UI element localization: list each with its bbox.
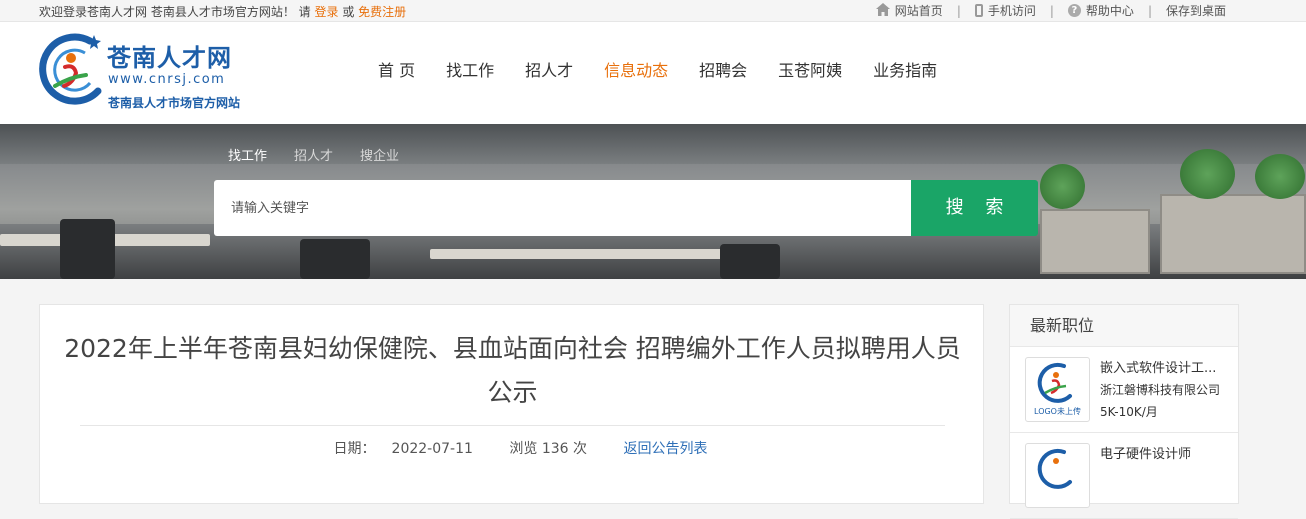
main-nav: 首 页 找工作 招人才 信息动态 招聘会 玉苍阿姨 业务指南 [378, 57, 968, 81]
article-panel: 2022年上半年苍南县妇幼保健院、县血站面向社会 招聘编外工作人员拟聘用人员公示… [39, 304, 984, 504]
site-home-label: 网站首页 [894, 4, 943, 18]
search-button[interactable]: 搜 索 [911, 180, 1038, 236]
banner-chair [60, 219, 115, 279]
search-tabs: 找工作 招人才 搜企业 [228, 145, 399, 164]
logo-name: 苍南人才网 [107, 44, 232, 72]
logo-url: www.cnrsj.com [108, 72, 226, 87]
nav-job-fair[interactable]: 招聘会 [699, 57, 747, 81]
banner-plant [1180, 149, 1235, 199]
nav-news[interactable]: 信息动态 [604, 57, 668, 81]
save-desktop-label: 保存到桌面 [1165, 4, 1226, 18]
divider [80, 425, 945, 426]
nav-recruit[interactable]: 招人才 [525, 57, 573, 81]
job-company[interactable]: 浙江磐博科技有限公司 [1100, 381, 1228, 398]
nav-home[interactable]: 首 页 [378, 57, 415, 81]
logo-mark-icon [39, 33, 102, 105]
latest-jobs-panel: 最新职位 LOGO未上传 嵌入式软件设计工... 浙江磐博科技有限公司 5K-1… [1009, 304, 1239, 519]
company-logo [1025, 443, 1090, 508]
header: 苍南人才网 www.cnrsj.com 苍南县人才市场官方网站 首 页 找工作 … [0, 22, 1306, 124]
banner-shelf [1040, 209, 1150, 274]
save-desktop-link[interactable]: 保存到桌面 [1152, 2, 1240, 19]
mobile-access-link[interactable]: 手机访问 [961, 2, 1050, 19]
help-center-link[interactable]: ? 帮助中心 [1054, 2, 1148, 19]
date-label: 日期： [333, 441, 376, 457]
company-logo: LOGO未上传 [1025, 357, 1090, 422]
job-item[interactable]: LOGO未上传 嵌入式软件设计工... 浙江磐博科技有限公司 5K-10K/月 [1010, 347, 1238, 433]
article-views: 浏览 136 次 [509, 441, 587, 457]
site-home-link[interactable]: 网站首页 [862, 2, 957, 19]
logo-slogan: 苍南县人才市场官方网站 [108, 96, 241, 110]
search-input[interactable] [214, 180, 911, 236]
nav-yucang-ayi[interactable]: 玉苍阿姨 [778, 57, 842, 81]
search-box [214, 180, 911, 236]
job-salary: 5K-10K/月 [1100, 405, 1158, 419]
nav-find-job[interactable]: 找工作 [446, 57, 494, 81]
phone-icon [974, 4, 983, 17]
welcome-prefix: 欢迎登录苍南人才网 苍南县人才市场官方网站！ 请 [39, 5, 311, 19]
mobile-access-label: 手机访问 [987, 4, 1036, 18]
banner-desk [430, 249, 730, 259]
nav-business-guide[interactable]: 业务指南 [873, 57, 937, 81]
search-tab-jobs[interactable]: 找工作 [228, 145, 267, 164]
job-title[interactable]: 嵌入式软件设计工... [1100, 357, 1228, 376]
banner-chair [720, 244, 780, 279]
article-date: 日期： 2022-07-11 [318, 441, 473, 457]
help-center-label: 帮助中心 [1085, 4, 1134, 18]
back-to-list-link[interactable]: 返回公告列表 [623, 441, 707, 457]
placeholder-logo-icon [1037, 448, 1072, 489]
date-value: 2022-07-11 [391, 441, 473, 457]
site-logo[interactable]: 苍南人才网 www.cnrsj.com 苍南县人才市场官方网站 [38, 31, 258, 116]
banner-plant [1040, 164, 1085, 209]
login-link[interactable]: 登录 [314, 5, 338, 19]
article-meta: 日期： 2022-07-11 浏览 136 次 返回公告列表 [40, 438, 985, 458]
latest-jobs-heading: 最新职位 [1010, 305, 1238, 347]
welcome-text: 欢迎登录苍南人才网 苍南县人才市场官方网站！ 请 登录 或 免费注册 [39, 3, 406, 20]
banner-ceiling [0, 124, 1306, 164]
placeholder-logo-icon [1037, 362, 1072, 403]
search-banner: 找工作 招人才 搜企业 搜 索 [0, 124, 1306, 279]
top-bar: 欢迎登录苍南人才网 苍南县人才市场官方网站！ 请 登录 或 免费注册 网站首页 … [0, 0, 1306, 22]
top-links: 网站首页 | 手机访问 | ? 帮助中心 | 保存到桌面 [862, 2, 1240, 19]
or-text: 或 [342, 5, 355, 19]
job-item[interactable]: 电子硬件设计师 [1010, 433, 1238, 519]
job-title[interactable]: 电子硬件设计师 [1100, 443, 1228, 462]
banner-shelf [1160, 194, 1306, 274]
banner-chair [300, 239, 370, 279]
banner-plant [1255, 154, 1305, 199]
article-title: 2022年上半年苍南县妇幼保健院、县血站面向社会 招聘编外工作人员拟聘用人员公示 [64, 334, 961, 407]
search-tab-talent[interactable]: 招人才 [294, 145, 333, 164]
help-icon: ? [1067, 4, 1081, 17]
home-icon [875, 3, 890, 18]
logo-tag: LOGO未上传 [1034, 407, 1081, 416]
search-tab-company[interactable]: 搜企业 [360, 145, 399, 164]
register-link[interactable]: 免费注册 [358, 5, 406, 19]
